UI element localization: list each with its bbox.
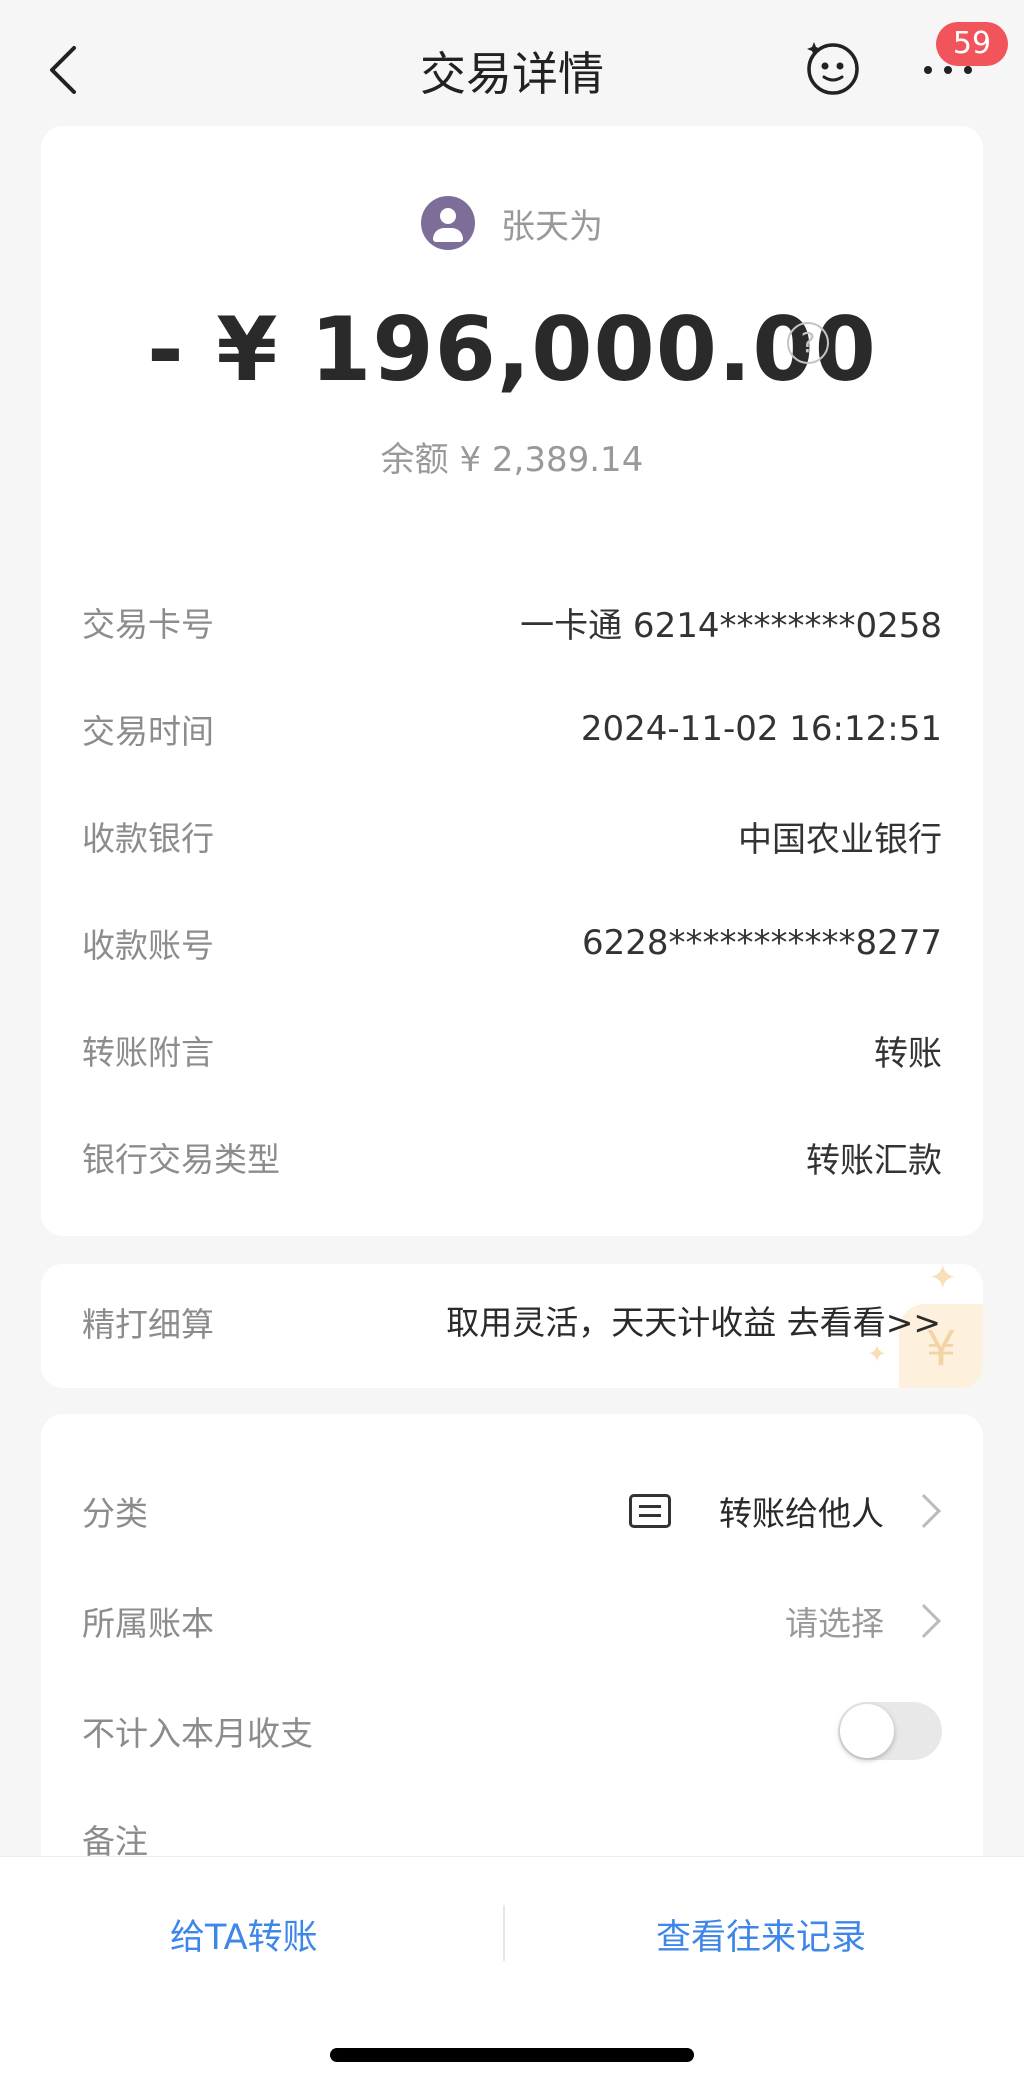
category-label: 分类: [82, 1494, 148, 1533]
detail-row-card-number: 交易卡号 一卡通 6214********0258: [82, 592, 942, 652]
detail-value: 2024-11-02 16:12:51: [580, 709, 942, 749]
ledger-row[interactable]: 所属账本 请选择: [82, 1586, 942, 1656]
detail-row-bank: 收款银行 中国农业银行: [82, 806, 942, 866]
detail-label: 收款账号: [82, 926, 214, 965]
detail-label: 收款银行: [82, 819, 214, 858]
detail-label: 交易时间: [82, 712, 214, 751]
exclude-label: 不计入本月收支: [82, 1714, 313, 1753]
transaction-card: 张天为 - ¥ 196,000.00 ? 余额 ¥ 2,389.14 交易卡号 …: [41, 126, 983, 1236]
detail-label: 交易卡号: [82, 605, 214, 644]
detail-row-remark: 转账附言 转账: [82, 1020, 942, 1080]
balance: 余额 ¥ 2,389.14: [380, 440, 644, 480]
avatar-icon: [421, 196, 475, 250]
transfer-button[interactable]: 给TA转账: [170, 1909, 318, 1960]
ledger-label: 所属账本: [82, 1604, 214, 1643]
sparkle-icon: ✦: [928, 1264, 958, 1298]
ledger-value: 请选择: [785, 1604, 884, 1643]
amount-row: - ¥ 196,000.00: [41, 298, 983, 401]
detail-row-account: 收款账号 6228***********8277: [82, 913, 942, 973]
detail-label: 转账附言: [82, 1033, 214, 1072]
home-indicator: [330, 2048, 694, 2062]
promo-card[interactable]: 精打细算 ¥ ✦ ✦ 取用灵活，天天计收益 去看看>>: [41, 1264, 983, 1388]
detail-value: 一卡通 6214********0258: [520, 605, 942, 646]
detail-value: 6228***********8277: [581, 923, 942, 963]
detail-value: 中国农业银行: [738, 819, 942, 860]
chevron-right-icon: [907, 1604, 941, 1638]
transfer-list-icon: [629, 1494, 671, 1528]
question-circle-icon[interactable]: ?: [787, 322, 829, 364]
payee: 张天为: [41, 196, 983, 250]
page-title: 交易详情: [420, 47, 604, 101]
divider: [503, 1905, 505, 1961]
detail-value: 转账汇款: [806, 1140, 942, 1181]
category-row[interactable]: 分类 转账给他人: [82, 1476, 942, 1546]
detail-row-type: 银行交易类型 转账汇款: [82, 1127, 942, 1187]
category-value: 转账给他人: [719, 1494, 884, 1533]
detail-value: 转账: [874, 1033, 942, 1074]
view-history-button[interactable]: 查看往来记录: [656, 1909, 866, 1960]
exclude-toggle[interactable]: [838, 1702, 942, 1760]
chevron-right-icon: [907, 1494, 941, 1528]
sparkle-icon: ✦: [866, 1340, 887, 1368]
promo-link[interactable]: 取用灵活，天天计收益 去看看>>: [446, 1296, 941, 1344]
detail-row-time: 交易时间 2024-11-02 16:12:51: [82, 699, 942, 759]
promo-label: 精打细算: [82, 1305, 214, 1344]
nav-bar: 交易详情 59: [0, 0, 1024, 126]
detail-label: 银行交易类型: [82, 1140, 280, 1179]
smiley-robot-icon[interactable]: [804, 38, 862, 96]
toggle-knob: [840, 1704, 894, 1758]
transaction-amount: - ¥ 196,000.00: [147, 298, 877, 401]
payee-name: 张天为: [501, 206, 603, 247]
exclude-row: 不计入本月收支: [82, 1696, 942, 1766]
notification-badge: 59: [936, 22, 1008, 66]
